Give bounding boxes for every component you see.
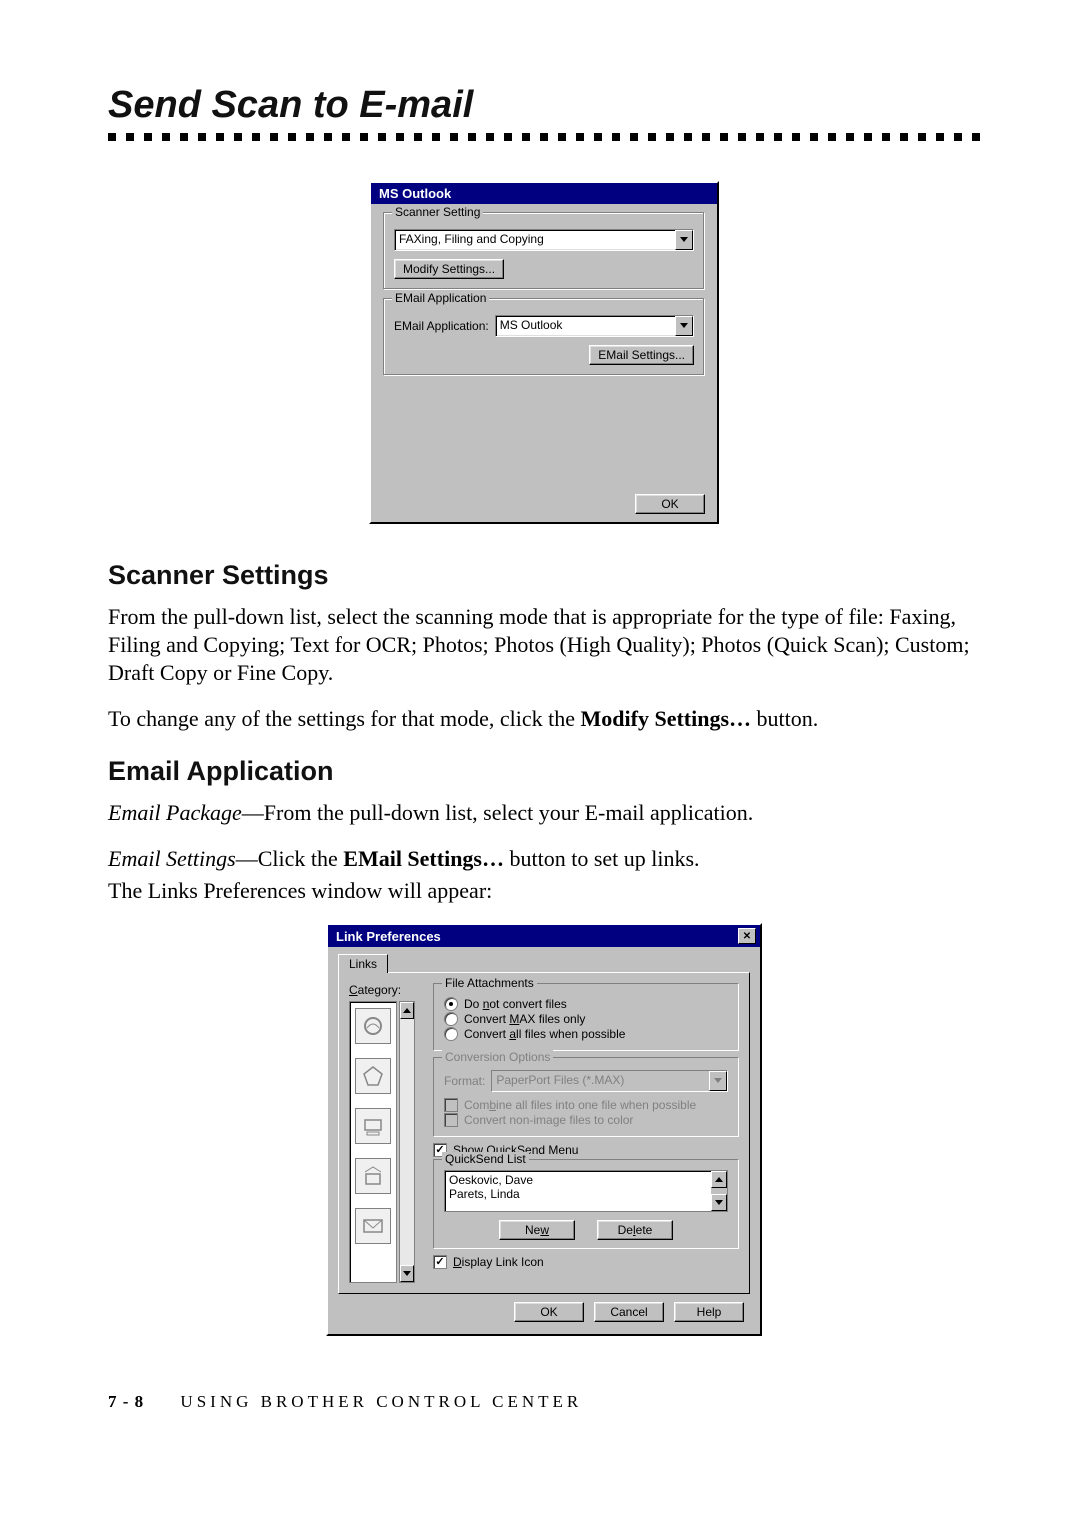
format-label: Format: (444, 1074, 485, 1088)
scanner-settings-heading: Scanner Settings (108, 560, 980, 591)
radio-do-not-convert[interactable]: Do not convert files (444, 997, 728, 1011)
link-preferences-dialog: Link Preferences ✕ Links Category: (326, 923, 762, 1336)
quicksend-scrollbar[interactable] (711, 1171, 727, 1211)
file-attachments-legend: File Attachments (442, 976, 537, 990)
email-application-label: EMail Application: (394, 319, 489, 333)
scanner-mode-value: FAXing, Filing and Copying (395, 230, 675, 250)
conversion-options-group: Conversion Options Format: PaperPort Fil… (433, 1057, 739, 1137)
link-preferences-title: Link Preferences (336, 929, 441, 944)
email-application-select[interactable]: MS Outlook (495, 315, 694, 337)
list-item[interactable]: Parets, Linda (449, 1187, 707, 1201)
new-button[interactable]: New (499, 1220, 575, 1240)
chevron-down-icon (709, 1071, 727, 1091)
check-display-link-icon[interactable]: ✓ Display Link Icon (433, 1255, 739, 1269)
email-application-heading: Email Application (108, 756, 980, 787)
email-settings-button[interactable]: EMail Settings... (589, 345, 694, 365)
footer-text: USING BROTHER CONTROL CENTER (180, 1392, 582, 1411)
links-preferences-intro: The Links Preferences window will appear… (108, 877, 980, 905)
page-number: 7 - 8 (108, 1392, 144, 1411)
delete-button[interactable]: Delete (597, 1220, 673, 1240)
list-item[interactable]: Oeskovic, Dave (449, 1173, 707, 1187)
format-select: PaperPort Files (*.MAX) (491, 1070, 728, 1092)
category-scrollbar[interactable] (399, 1001, 415, 1283)
ms-outlook-dialog: MS Outlook Scanner Setting FAXing, Filin… (369, 181, 719, 524)
quicksend-list-legend: QuickSend List (442, 1152, 529, 1166)
scroll-down-icon[interactable] (400, 1265, 414, 1282)
scanner-setting-group: Scanner Setting FAXing, Filing and Copyi… (383, 212, 705, 290)
category-icon-4[interactable] (355, 1158, 391, 1194)
email-settings-paragraph: Email Settings—Click the EMail Settings…… (108, 845, 980, 873)
email-application-value: MS Outlook (496, 316, 675, 336)
close-icon[interactable]: ✕ (738, 928, 756, 944)
scanner-setting-legend: Scanner Setting (392, 205, 483, 219)
email-application-group: EMail Application EMail Application: MS … (383, 298, 705, 376)
check-convert-nonimage: Convert non-image files to color (444, 1113, 728, 1127)
scroll-down-icon[interactable] (711, 1194, 727, 1211)
scanner-mode-select[interactable]: FAXing, Filing and Copying (394, 229, 694, 251)
category-icon-5[interactable] (355, 1208, 391, 1244)
radio-convert-all[interactable]: Convert all files when possible (444, 1027, 728, 1041)
help-button[interactable]: Help (674, 1302, 744, 1322)
email-application-legend: EMail Application (392, 291, 489, 305)
chevron-down-icon (675, 230, 693, 250)
email-package-paragraph: Email Package—From the pull-down list, s… (108, 799, 980, 827)
category-label: Category: (349, 983, 423, 997)
scroll-up-icon[interactable] (711, 1171, 727, 1188)
scroll-up-icon[interactable] (400, 1002, 414, 1019)
page-title: Send Scan to E-mail (108, 84, 980, 127)
page-footer: 7 - 8 USING BROTHER CONTROL CENTER (108, 1392, 980, 1412)
scanner-settings-p1: From the pull-down list, select the scan… (108, 603, 980, 687)
cancel-button[interactable]: Cancel (594, 1302, 664, 1322)
radio-convert-max[interactable]: Convert MAX files only (444, 1012, 728, 1026)
quicksend-list-group: QuickSend List Oeskovic, Dave Parets, Li… (433, 1159, 739, 1249)
category-icon-3[interactable] (355, 1108, 391, 1144)
quicksend-listbox[interactable]: Oeskovic, Dave Parets, Linda (444, 1170, 728, 1212)
chevron-down-icon (675, 316, 693, 336)
category-icon-1[interactable] (355, 1008, 391, 1044)
tab-links[interactable]: Links (338, 954, 388, 973)
conversion-options-legend: Conversion Options (442, 1050, 553, 1064)
modify-settings-button[interactable]: Modify Settings... (394, 259, 504, 279)
scanner-settings-p2: To change any of the settings for that m… (108, 705, 980, 733)
ok-button[interactable]: OK (635, 494, 705, 514)
format-value: PaperPort Files (*.MAX) (492, 1071, 709, 1091)
dialog-title: MS Outlook (371, 183, 717, 204)
ok-button[interactable]: OK (514, 1302, 584, 1322)
file-attachments-group: File Attachments Do not convert files Co… (433, 983, 739, 1051)
check-combine-files: Combine all files into one file when pos… (444, 1098, 728, 1112)
category-icon-2[interactable] (355, 1058, 391, 1094)
category-list[interactable] (349, 1001, 397, 1283)
dotted-rule (108, 133, 980, 141)
